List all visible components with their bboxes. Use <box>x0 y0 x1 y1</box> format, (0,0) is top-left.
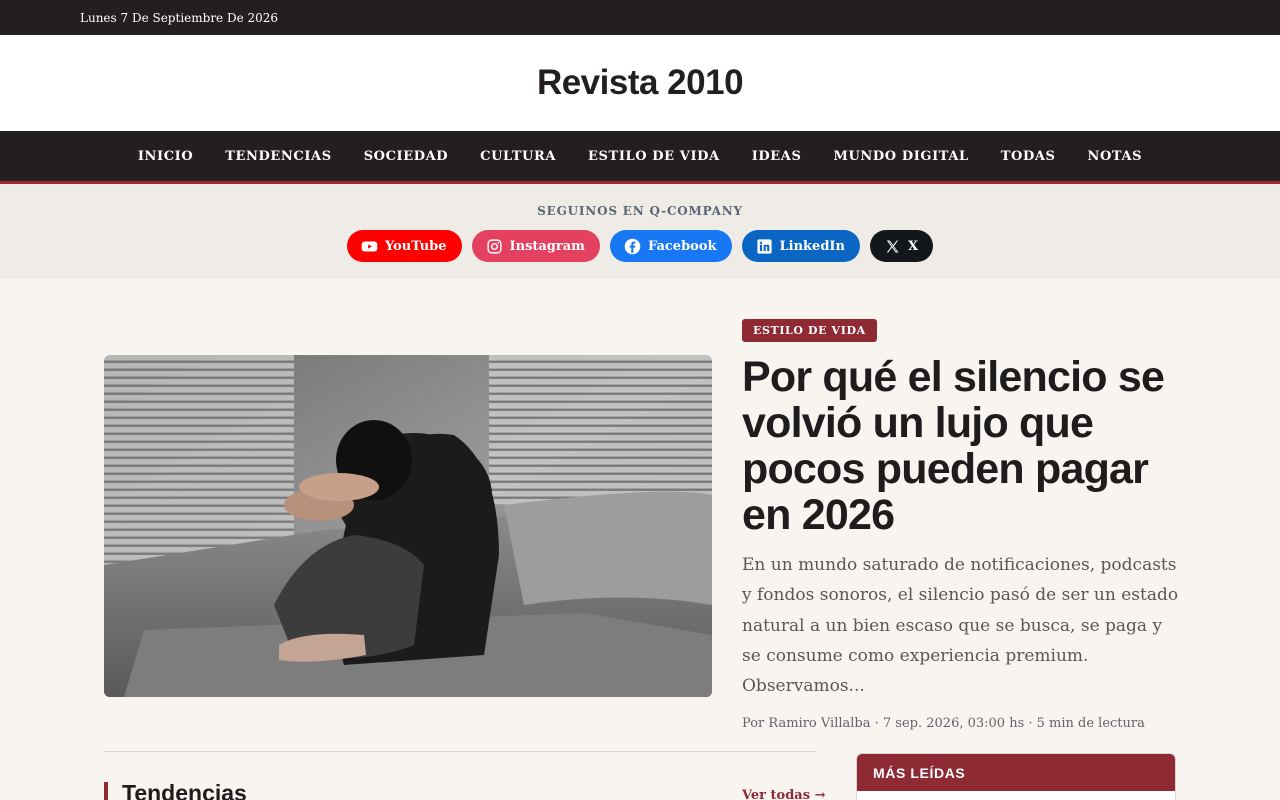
featured-image[interactable] <box>104 355 712 697</box>
youtube-label: YouTube <box>384 238 447 254</box>
linkedin-label: LinkedIn <box>779 238 845 254</box>
youtube-icon <box>361 238 378 255</box>
social-bar: SEGUINOS EN Q-COMPANY YouTube Instagram … <box>0 184 1280 279</box>
nav-item-mundo-digital[interactable]: MUNDO DIGITAL <box>817 149 984 164</box>
social-label: SEGUINOS EN Q-COMPANY <box>537 204 743 218</box>
x-button[interactable]: X <box>869 230 934 262</box>
nav-item-ideas[interactable]: IDEAS <box>736 149 818 164</box>
top-bar: Lunes 7 De Septiembre De 2026 <box>0 0 1280 35</box>
nav-item-todas[interactable]: TODAS <box>985 149 1072 164</box>
nav-item-inicio[interactable]: INICIO <box>122 149 209 164</box>
main-nav: INICIO TENDENCIAS SOCIEDAD CULTURA ESTIL… <box>0 131 1280 184</box>
x-label: X <box>907 238 919 254</box>
nav-item-sociedad[interactable]: SOCIEDAD <box>348 149 464 164</box>
most-read-title: MÁS LEÍDAS <box>857 754 1175 791</box>
youtube-button[interactable]: YouTube <box>346 230 462 262</box>
nav-item-tendencias[interactable]: TENDENCIAS <box>209 149 347 164</box>
article-title[interactable]: Por qué el silencio se volvió un lujo qu… <box>742 354 1182 538</box>
x-icon <box>884 238 901 255</box>
site-logo[interactable]: Revista 2010 <box>537 63 744 103</box>
featured-photo-illustration <box>104 355 712 697</box>
linkedin-icon <box>756 238 773 255</box>
most-read-widget: MÁS LEÍDAS <box>856 753 1176 800</box>
masthead: Revista 2010 <box>0 35 1280 131</box>
instagram-button[interactable]: Instagram <box>471 230 600 262</box>
category-badge[interactable]: ESTILO DE VIDA <box>742 319 877 342</box>
nav-item-notas[interactable]: NOTAS <box>1072 149 1159 164</box>
see-all-link[interactable]: Ver todas → <box>742 788 825 800</box>
nav-item-estilo-de-vida[interactable]: ESTILO DE VIDA <box>572 149 736 164</box>
facebook-button[interactable]: Facebook <box>609 230 732 262</box>
featured-article: ESTILO DE VIDA Por qué el silencio se vo… <box>742 319 1182 731</box>
facebook-label: Facebook <box>647 238 717 254</box>
section-title-tendencias: Tendencias <box>104 782 247 800</box>
instagram-label: Instagram <box>509 238 585 254</box>
linkedin-button[interactable]: LinkedIn <box>741 230 860 262</box>
section-divider <box>104 751 816 752</box>
article-excerpt: En un mundo saturado de notificaciones, … <box>742 555 1179 697</box>
article-meta: Por Ramiro Villalba · 7 sep. 2026, 03:00… <box>742 716 1145 732</box>
current-date: Lunes 7 De Septiembre De 2026 <box>80 10 279 25</box>
nav-item-cultura[interactable]: CULTURA <box>464 149 572 164</box>
facebook-icon <box>624 238 641 255</box>
instagram-icon <box>486 238 503 255</box>
